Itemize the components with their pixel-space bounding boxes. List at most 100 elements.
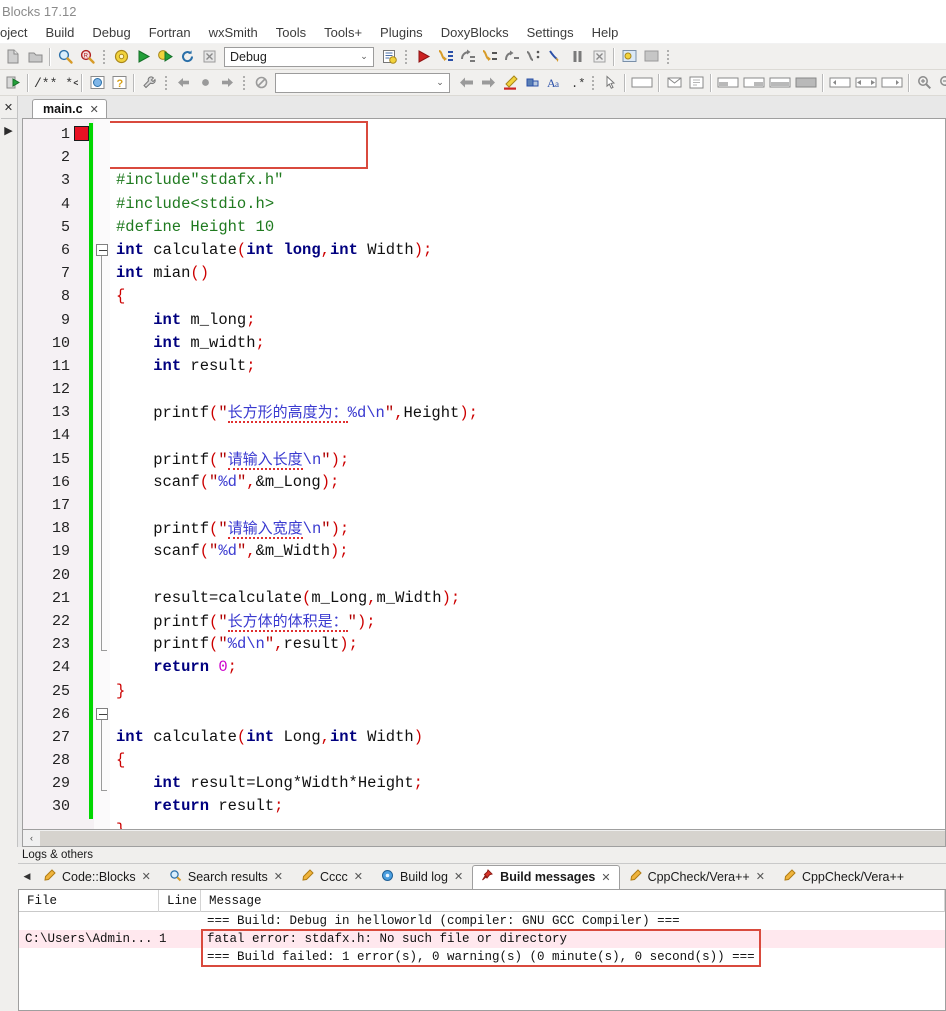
code-line[interactable]: int m_width; [116, 332, 945, 355]
breakpoint-slot[interactable] [73, 169, 88, 192]
pointer-icon[interactable] [599, 72, 621, 94]
scroll-left-icon[interactable]: ‹ [23, 830, 40, 846]
breakpoint-slot[interactable] [73, 703, 88, 726]
align-right-icon[interactable] [741, 72, 767, 94]
code-line[interactable] [116, 378, 945, 401]
expand-panel-icon[interactable]: ▶ [1, 121, 17, 139]
breakpoint-slot[interactable] [73, 146, 88, 169]
breakpoint-slot[interactable] [73, 401, 88, 424]
open-file-icon[interactable] [24, 46, 46, 68]
build-icon[interactable] [110, 46, 132, 68]
menu-item-settings[interactable]: Settings [518, 23, 583, 42]
code-line[interactable] [116, 703, 945, 726]
find-replace-icon[interactable]: R [76, 46, 98, 68]
breakpoint-slot[interactable] [73, 587, 88, 610]
tabs-scroll-left-icon[interactable]: ◀ [20, 865, 34, 889]
editor-tab-main-c[interactable]: main.c ✕ [32, 99, 107, 118]
breakpoint-slot[interactable] [73, 656, 88, 679]
log-tab-build-log[interactable]: Build log ✕ [372, 865, 472, 889]
column-header-line[interactable]: Line [159, 890, 201, 912]
code-text[interactable]: #include"stdafx.h" #include<stdio.h> #defi… [110, 119, 945, 829]
form-icon[interactable] [685, 72, 707, 94]
build-and-run-icon[interactable] [154, 46, 176, 68]
code-line[interactable]: } [116, 680, 945, 703]
toolbar2-grip-3[interactable] [590, 73, 596, 93]
breakpoint-slot[interactable] [73, 540, 88, 563]
rebuild-icon[interactable] [176, 46, 198, 68]
breakpoint-slot[interactable] [73, 795, 88, 818]
back-icon[interactable] [455, 72, 477, 94]
code-line[interactable]: int result; [116, 355, 945, 378]
run-icon[interactable] [132, 46, 154, 68]
code-editor[interactable]: 1 2 3 4 5 6 7 8 9 10 11 12 13 14 15 16 17 18 19 20 21 22 23 24 2… [22, 118, 946, 830]
clear-bookmarks-icon[interactable] [250, 72, 272, 94]
code-line[interactable]: #include<stdio.h> [116, 193, 945, 216]
toolbar-grip-2[interactable] [403, 47, 409, 67]
code-line[interactable]: printf("%d\n",result); [116, 633, 945, 656]
debug-run-to-cursor-icon[interactable] [434, 46, 456, 68]
breakpoint-slot[interactable] [73, 309, 88, 332]
breakpoint-slot[interactable] [73, 355, 88, 378]
code-line[interactable]: #define Height 10 [116, 216, 945, 239]
menu-item-fortran[interactable]: Fortran [140, 23, 200, 42]
build-messages-list[interactable]: File Line Message === Build: Debug in hell… [18, 889, 946, 1011]
shrink-icon[interactable] [853, 72, 879, 94]
breakpoint-slot[interactable] [73, 564, 88, 587]
menu-item-tools-[interactable]: Tools+ [315, 23, 371, 42]
goto-next-icon[interactable] [216, 72, 238, 94]
log-tab-search-results[interactable]: Search results ✕ [160, 865, 292, 889]
debugging-windows-icon[interactable] [618, 46, 640, 68]
doxyblocks-config-icon[interactable] [138, 72, 160, 94]
log-tab-cppcheck-vera++[interactable]: CppCheck/Vera++ [774, 865, 913, 889]
code-line[interactable]: int result=Long*Width*Height; [116, 772, 945, 795]
close-icon[interactable]: ✕ [601, 871, 610, 884]
breakpoint-slot[interactable] [73, 424, 88, 447]
breakpoint-gutter[interactable] [73, 119, 89, 829]
breakpoint-marker-icon[interactable] [74, 126, 89, 141]
breakpoint-slot[interactable] [73, 193, 88, 216]
breakpoint-slot[interactable] [73, 262, 88, 285]
doxyblocks-preview-icon[interactable] [86, 72, 108, 94]
code-line[interactable]: result=calculate(m_Long,m_Width); [116, 587, 945, 610]
breakpoint-slot[interactable] [73, 726, 88, 749]
goto-previous-icon[interactable] [172, 72, 194, 94]
find-icon[interactable] [54, 46, 76, 68]
build-message-row[interactable]: === Build: Debug in helloworld (compiler… [19, 912, 945, 930]
font-size-icon[interactable]: Aa [543, 72, 565, 94]
breakpoint-slot[interactable] [73, 494, 88, 517]
debug-step-out-icon[interactable] [500, 46, 522, 68]
build-message-row[interactable]: C:\Users\Admin... 1 fatal error: stdafx.h:… [19, 930, 945, 948]
expand-right-icon[interactable] [879, 72, 905, 94]
menu-item-help[interactable]: Help [583, 23, 628, 42]
breakpoint-slot[interactable] [73, 633, 88, 656]
code-line[interactable]: return result; [116, 795, 945, 818]
debug-step-into-icon[interactable] [478, 46, 500, 68]
breakpoint-slot[interactable] [73, 285, 88, 308]
zoom-in-icon[interactable] [913, 72, 935, 94]
replace-icon[interactable] [521, 72, 543, 94]
toolbar2-grip-2[interactable] [241, 73, 247, 93]
breakpoint-slot[interactable] [73, 749, 88, 772]
bookmark-icon[interactable] [194, 72, 216, 94]
editor-horizontal-scrollbar[interactable]: ‹ [22, 830, 946, 847]
breakpoint-slot[interactable] [73, 448, 88, 471]
breakpoint-slot[interactable] [73, 332, 88, 355]
toolbar2-grip[interactable] [163, 73, 169, 93]
forward-icon[interactable] [477, 72, 499, 94]
align-left-icon[interactable] [715, 72, 741, 94]
code-line[interactable]: printf("请输入长度\n"); [116, 448, 945, 471]
code-line[interactable]: printf("长方形的高度为：%d\n",Height); [116, 401, 945, 424]
expand-left-icon[interactable] [827, 72, 853, 94]
code-line[interactable]: { [116, 749, 945, 772]
build-target-options-icon[interactable] [378, 46, 400, 68]
close-icon[interactable]: ✕ [142, 870, 151, 883]
breakpoint-slot[interactable] [73, 517, 88, 540]
panel-icon[interactable] [629, 72, 655, 94]
debug-next-instruction-icon[interactable] [522, 46, 544, 68]
toolbar-grip[interactable] [101, 47, 107, 67]
envelope-icon[interactable] [663, 72, 685, 94]
fold-gutter[interactable] [94, 119, 110, 829]
fold-toggle-icon[interactable] [96, 244, 108, 256]
menu-item-plugins[interactable]: Plugins [371, 23, 432, 42]
doxyblocks-help-icon[interactable]: ? [108, 72, 130, 94]
